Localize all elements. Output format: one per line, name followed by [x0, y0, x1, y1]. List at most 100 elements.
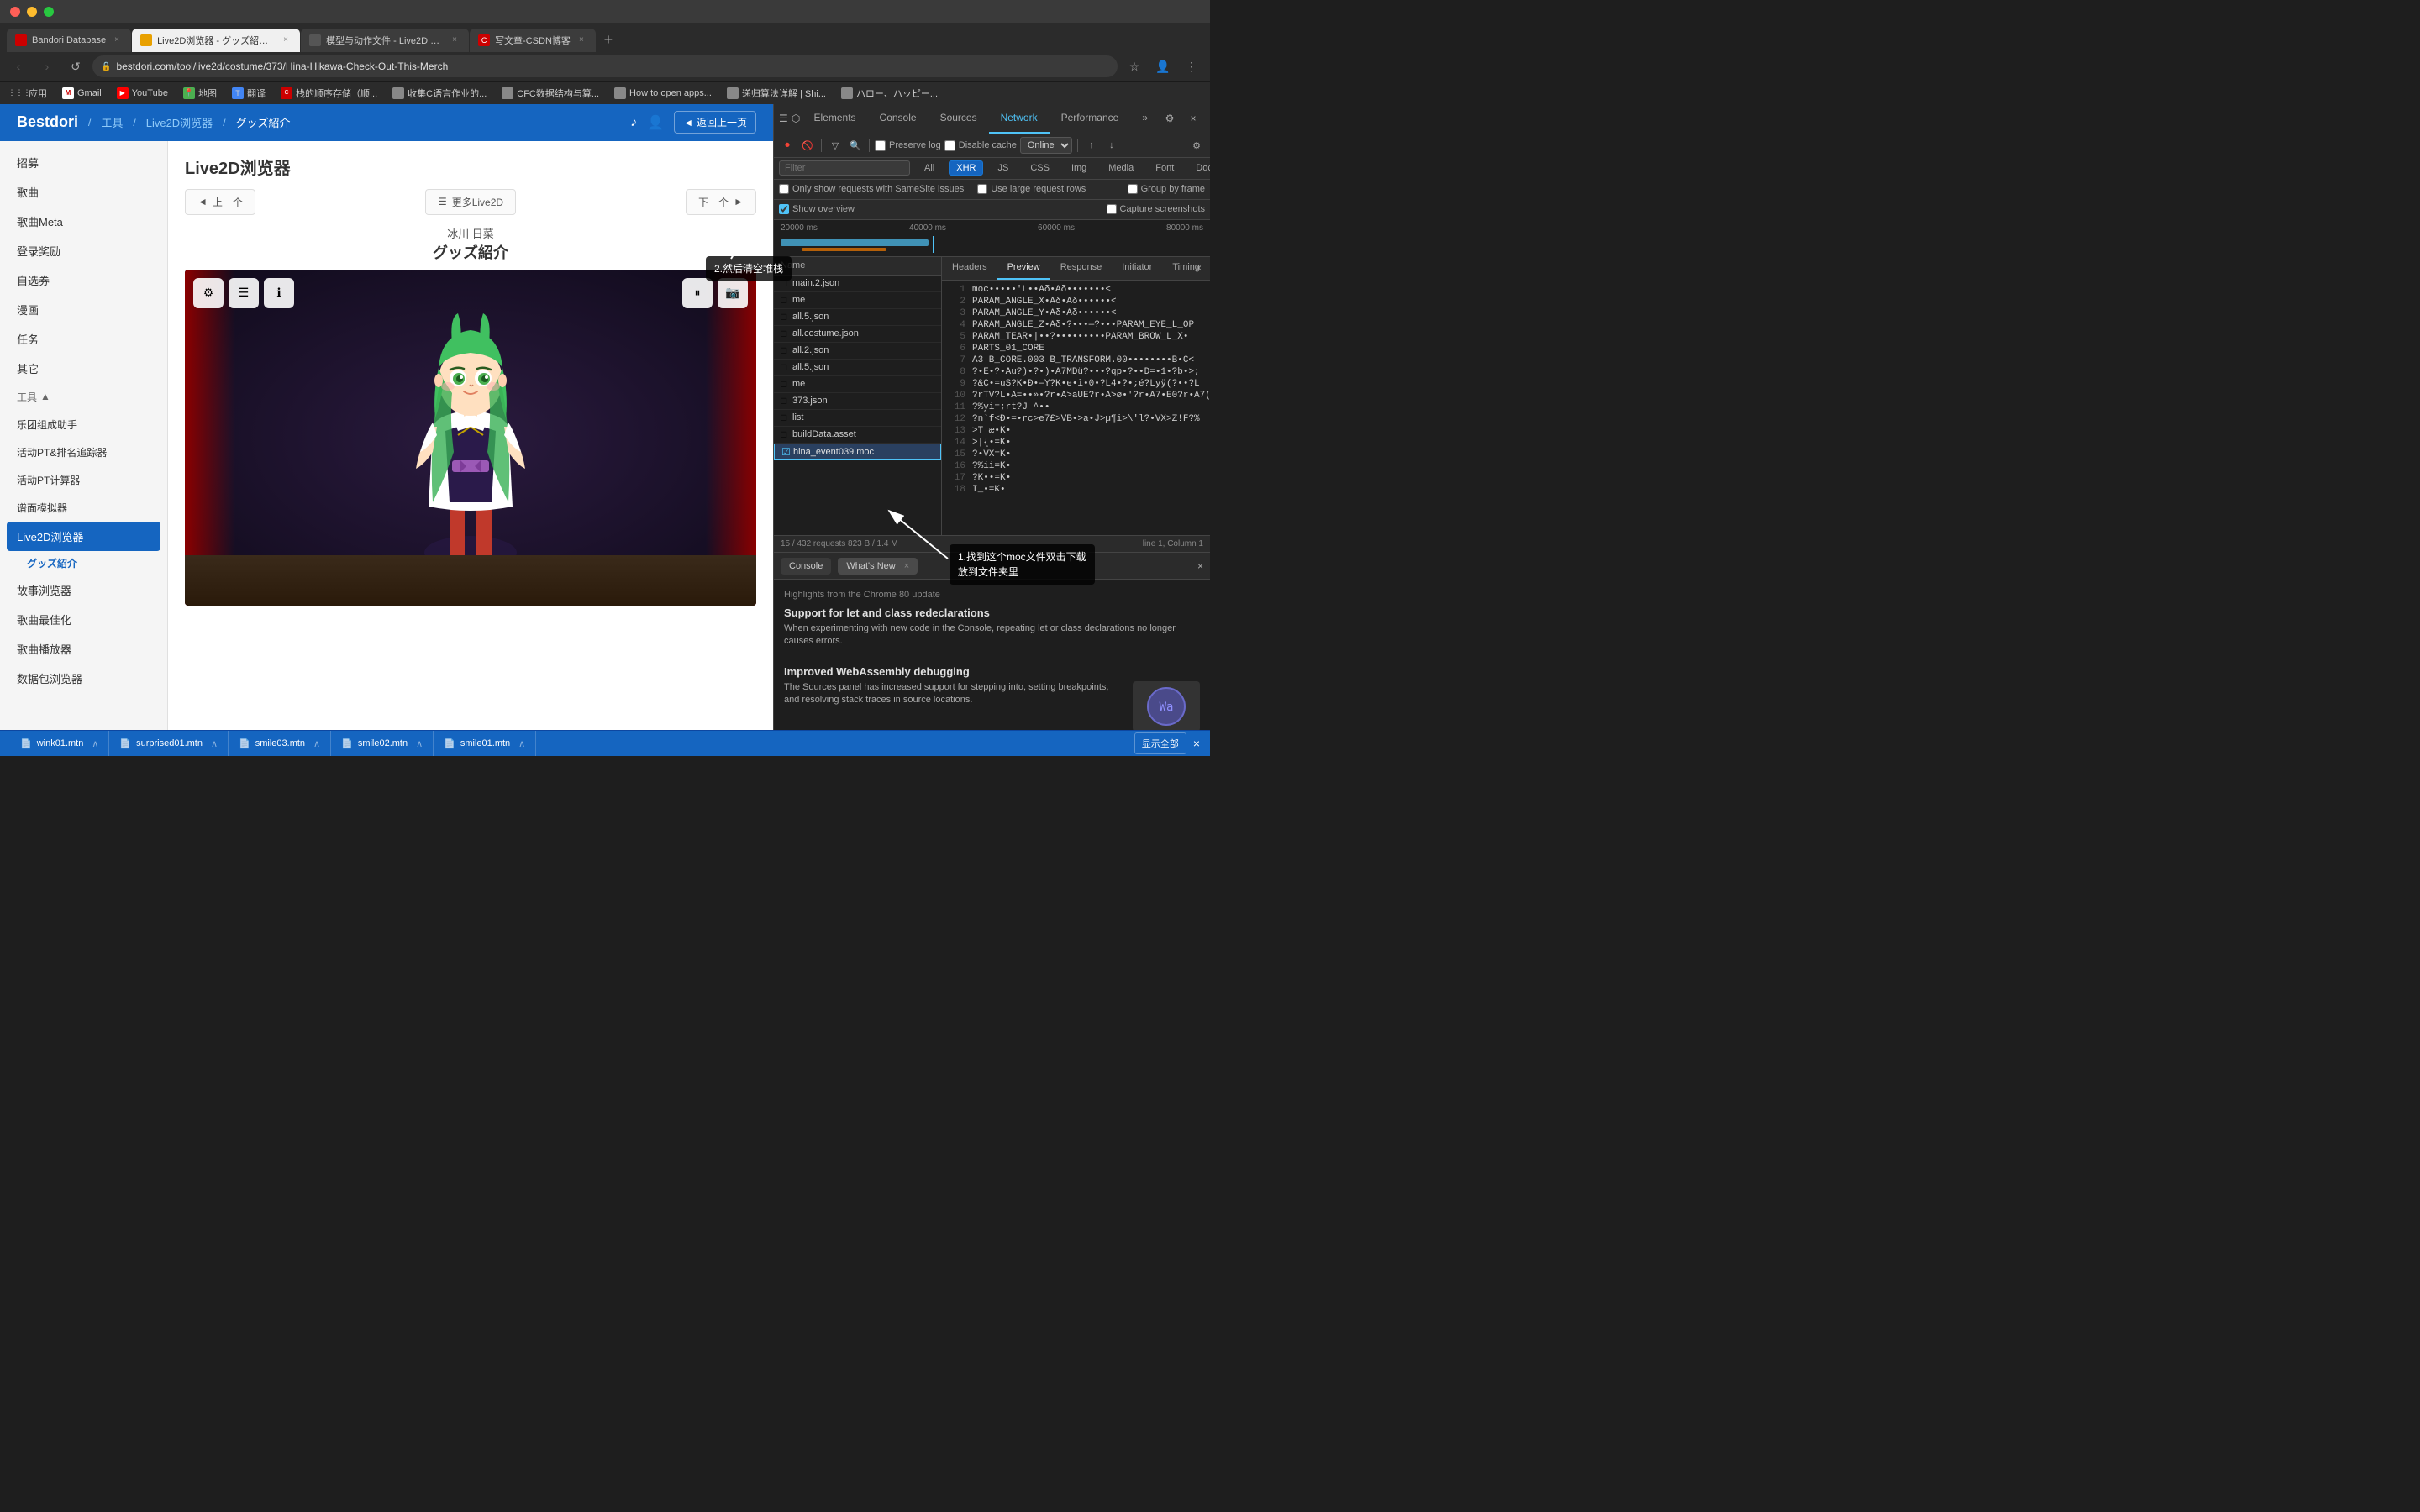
file-expand-wink01[interactable]: ∧	[92, 738, 98, 749]
breadcrumb-live2d[interactable]: Live2D浏览器	[146, 114, 213, 130]
sidebar-item-pt-calc[interactable]: 活动PT计算器	[0, 466, 167, 494]
sidebar-item-live2d[interactable]: Live2D浏览器	[7, 522, 160, 551]
preview-tab-response[interactable]: Response	[1050, 257, 1113, 281]
devtools-close-btn[interactable]: ×	[1183, 108, 1203, 129]
file-item-smile01[interactable]: 📄 smile01.mtn ∧	[434, 730, 536, 756]
disable-cache-label[interactable]: Disable cache	[944, 140, 1017, 151]
nav-reload[interactable]: ↺	[64, 55, 87, 78]
same-site-checkbox[interactable]	[779, 184, 789, 194]
show-all-button[interactable]: 显示全部	[1134, 732, 1186, 754]
viewer-list-btn[interactable]: ☰	[229, 278, 259, 308]
breadcrumb-tools[interactable]: 工具	[101, 114, 123, 130]
viewer-camera-btn[interactable]: 📷	[718, 278, 748, 308]
bookmark-maps[interactable]: 📍 地图	[176, 84, 224, 102]
request-row-me1[interactable]: □ me	[774, 292, 941, 309]
show-overview-option[interactable]: Show overview	[779, 204, 855, 214]
tab-close-csdn[interactable]: ×	[576, 34, 587, 46]
sidebar-item-voucher[interactable]: 自选券	[0, 265, 167, 295]
viewer-settings-btn[interactable]: ⚙	[193, 278, 224, 308]
sidebar-item-login[interactable]: 登录奖励	[0, 236, 167, 265]
sidebar-item-other[interactable]: 其它	[0, 354, 167, 383]
console-tab[interactable]: Console	[781, 558, 831, 575]
request-row-list[interactable]: □ list	[774, 410, 941, 427]
large-rows-option[interactable]: Use large request rows	[977, 184, 1086, 194]
nav-forward[interactable]: ›	[35, 55, 59, 78]
tab-close-bandori[interactable]: ×	[111, 34, 123, 46]
preserve-log-checkbox[interactable]	[875, 140, 886, 151]
sidebar-item-songs[interactable]: 歌曲	[0, 177, 167, 207]
bookmark-collect[interactable]: 收集C语言作业的...	[386, 84, 493, 102]
request-row-builddata[interactable]: □ buildData.asset	[774, 427, 941, 444]
viewer-pause-btn[interactable]: ⏸	[682, 278, 713, 308]
music-icon[interactable]: ♪	[630, 115, 637, 130]
bookmark-apps[interactable]: ⋮⋮⋮ 应用	[7, 84, 54, 102]
preview-tab-headers[interactable]: Headers	[942, 257, 997, 281]
group-by-frame-checkbox[interactable]	[1128, 184, 1138, 194]
traffic-light-green[interactable]	[44, 7, 54, 17]
record-button[interactable]: ⏺	[779, 137, 796, 154]
file-item-smile03[interactable]: 📄 smile03.mtn ∧	[229, 730, 331, 756]
preview-tab-initiator[interactable]: Initiator	[1112, 257, 1162, 281]
back-button[interactable]: ◄ 返回上一页	[674, 111, 756, 134]
sidebar-item-pt-tracker[interactable]: 活动PT&排名追踪器	[0, 438, 167, 466]
preserve-log-label[interactable]: Preserve log	[875, 140, 941, 151]
bookmark-algo[interactable]: 递归算法详解 | Shi...	[720, 84, 833, 102]
request-row-all2[interactable]: □ all.2.json	[774, 343, 941, 360]
tab-performance[interactable]: Performance	[1050, 104, 1131, 134]
dt-more-tabs[interactable]: »	[1130, 104, 1160, 134]
menu-icon[interactable]: ⋮	[1180, 55, 1203, 78]
url-bar[interactable]: 🔒 bestdori.com/tool/live2d/costume/373/H…	[92, 55, 1118, 77]
request-row-main2[interactable]: □ main.2.json	[774, 276, 941, 292]
file-expand-smile02[interactable]: ∧	[416, 738, 423, 749]
devtools-elements-tab-icon[interactable]: ☰	[777, 108, 790, 129]
close-files-button[interactable]: ×	[1193, 737, 1200, 750]
capture-screenshots-checkbox[interactable]	[1107, 204, 1117, 214]
filter-btn-all[interactable]: All	[917, 160, 942, 176]
search-toggle-icon[interactable]: 🔍	[847, 137, 864, 154]
tab-close-live2d[interactable]: ×	[280, 34, 292, 46]
bookmark-csdn[interactable]: C 栈的顺序存储（顺...	[274, 84, 384, 102]
tab-close-cubism[interactable]: ×	[449, 34, 460, 46]
devtools-close-btn[interactable]: ×	[1197, 560, 1203, 572]
preview-tab-preview[interactable]: Preview	[997, 257, 1050, 281]
filter-btn-img[interactable]: Img	[1064, 160, 1094, 176]
filter-btn-font[interactable]: Font	[1148, 160, 1181, 176]
file-expand-surprised01[interactable]: ∧	[211, 738, 218, 749]
download-icon[interactable]: ↓	[1103, 137, 1120, 154]
tab-network[interactable]: Network	[989, 104, 1050, 134]
group-by-frame-option[interactable]: Group by frame	[1128, 184, 1205, 194]
traffic-light-red[interactable]	[10, 7, 20, 17]
sidebar-item-band-builder[interactable]: 乐团组成助手	[0, 411, 167, 438]
bookmark-howto[interactable]: How to open apps...	[608, 84, 718, 102]
sidebar-item-manga[interactable]: 漫画	[0, 295, 167, 324]
tab-cubism[interactable]: 模型与动作文件 - Live2D Cubis... ×	[301, 29, 469, 52]
traffic-light-yellow[interactable]	[27, 7, 37, 17]
new-tab-button[interactable]: +	[597, 29, 620, 52]
sidebar-sub-goods[interactable]: グッズ紹介	[0, 551, 167, 575]
request-row-allcostume[interactable]: □ all.costume.json	[774, 326, 941, 343]
tab-sources[interactable]: Sources	[929, 104, 989, 134]
close-x-icon[interactable]: ×	[1196, 262, 1202, 274]
large-rows-checkbox[interactable]	[977, 184, 987, 194]
bookmark-icon[interactable]: ☆	[1123, 55, 1146, 78]
file-item-wink01[interactable]: 📄 wink01.mtn ∧	[10, 730, 109, 756]
disable-cache-checkbox[interactable]	[944, 140, 955, 151]
show-overview-checkbox[interactable]	[779, 204, 789, 214]
user-icon[interactable]: 👤	[647, 114, 664, 131]
tab-csdn[interactable]: C 写文章-CSDN博客 ×	[470, 29, 596, 52]
throttle-select[interactable]: Online	[1020, 137, 1072, 154]
filter-btn-css[interactable]: CSS	[1023, 160, 1057, 176]
tab-console[interactable]: Console	[868, 104, 929, 134]
file-expand-smile01[interactable]: ∧	[518, 738, 525, 749]
capture-screenshots-option[interactable]: Capture screenshots	[1107, 204, 1206, 214]
network-settings-icon[interactable]: ⚙	[1188, 137, 1205, 154]
tab-elements[interactable]: Elements	[802, 104, 868, 134]
bookmark-cfc[interactable]: CFC数据结构与算...	[495, 84, 606, 102]
file-item-surprised01[interactable]: 📄 surprised01.mtn ∧	[109, 730, 229, 756]
sidebar-item-gacha[interactable]: 数据包浏览器	[0, 664, 167, 693]
filter-input[interactable]	[779, 160, 910, 176]
sidebar-item-missions[interactable]: 任务	[0, 324, 167, 354]
clear-button[interactable]: 🚫	[799, 137, 816, 154]
next-button[interactable]: 下一个 ►	[686, 189, 756, 215]
filter-toggle-icon[interactable]: ▽	[827, 137, 844, 154]
